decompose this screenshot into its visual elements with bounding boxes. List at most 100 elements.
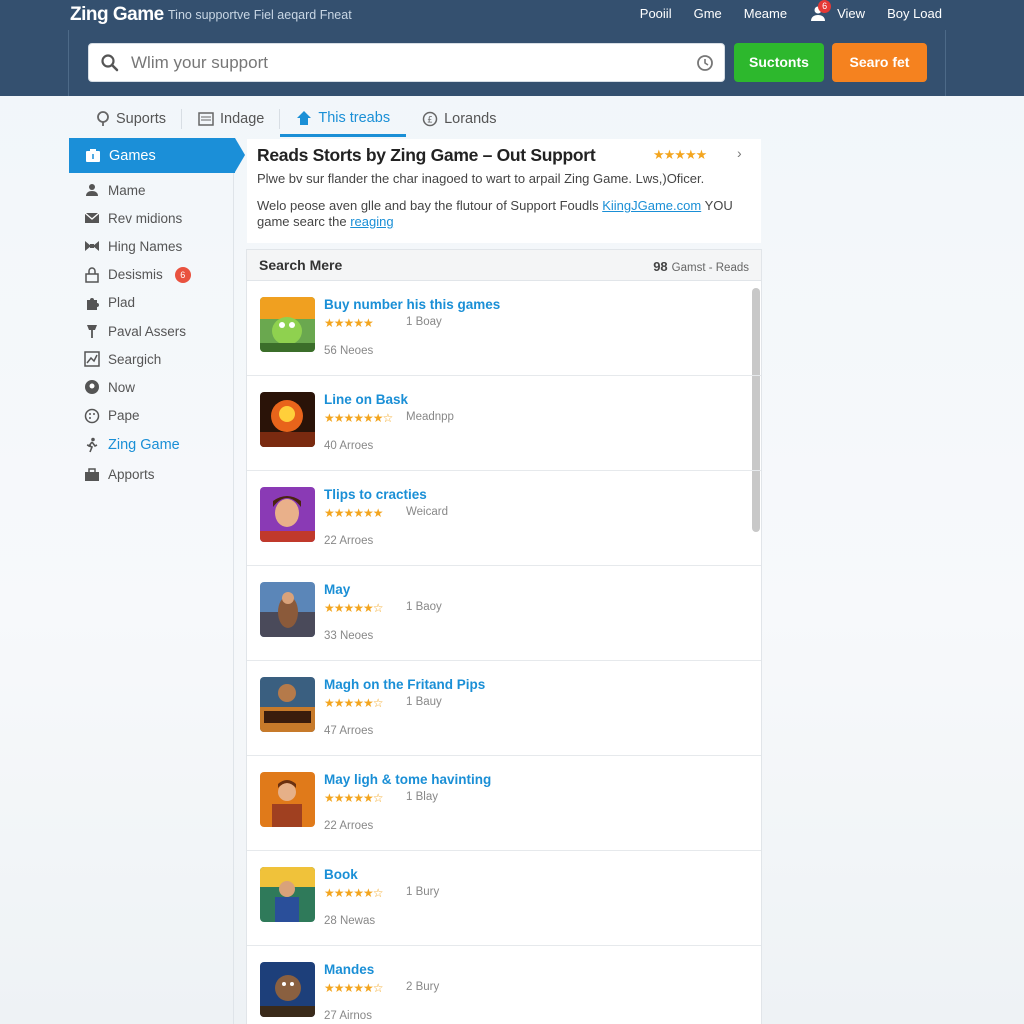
list-item[interactable]: Book ★★★★★☆ 1 Bury 28 Newas	[247, 851, 761, 946]
item-rating: ★★★★★	[324, 316, 374, 330]
sidebar-item-label: Seargich	[108, 351, 162, 367]
item-sub: 1 Baoy	[406, 601, 442, 613]
item-count: 47 Arroes	[324, 725, 374, 737]
nav-item-view[interactable]: 6 View	[809, 0, 865, 21]
item-title[interactable]: Buy number his this games	[324, 297, 500, 312]
game-thumbnail[interactable]	[260, 487, 315, 542]
sidebar-item-label: Now	[108, 379, 136, 395]
tab-label: Indage	[219, 111, 265, 127]
nav-item-5[interactable]: Boy Load	[887, 6, 942, 21]
sidebar-item-desismis[interactable]: Desismis 6	[84, 261, 234, 289]
runner-icon	[86, 437, 98, 453]
list-item[interactable]: May ligh & tome havinting ★★★★★☆ 1 Blay …	[247, 756, 761, 851]
top-nav: Pooiil Gme Meame 6 View Boy Load	[640, 0, 942, 21]
item-rating: ★★★★★☆	[324, 981, 384, 995]
info-text: Welo peose aven glle and bay the flutour…	[257, 198, 603, 213]
sidebar-item-hing-names[interactable]: Hing Names	[84, 232, 234, 260]
list-item[interactable]: Tlips to cracties ★★★★★★ Weicard 22 Arro…	[247, 471, 761, 566]
chevron-right-icon[interactable]: ›	[737, 145, 742, 161]
item-title[interactable]: Mandes	[324, 962, 374, 977]
sidebar-item-label: Rev midions	[108, 210, 183, 226]
item-title[interactable]: Tlips to cracties	[324, 487, 427, 502]
tab-label: Lorands	[444, 111, 497, 127]
item-title[interactable]: Book	[324, 867, 358, 882]
tab-label: This treabs	[318, 109, 391, 126]
sidebar-item-mame[interactable]: Mame	[84, 176, 234, 204]
sidebar-item-now[interactable]: Now	[84, 373, 234, 401]
mail-icon	[84, 212, 100, 224]
item-count: 56 Neoes	[324, 345, 374, 357]
item-rating: ★★★★★☆	[324, 886, 384, 900]
tab-lorands[interactable]: £ Lorands	[406, 101, 512, 137]
game-thumbnail[interactable]	[260, 772, 315, 827]
item-sub: 1 Bury	[406, 886, 440, 898]
sidebar-item-label: Apports	[108, 467, 155, 483]
item-title[interactable]: May	[324, 582, 350, 597]
sidebar-item-plad[interactable]: Plad	[84, 289, 234, 317]
location-icon	[85, 380, 99, 395]
sidebar-item-label: Plad	[108, 295, 136, 311]
page-title: Reads Storts by Zing Game – Out Support	[257, 145, 596, 165]
gamepad-icon	[86, 149, 100, 162]
notification-badge: 6	[818, 0, 832, 13]
tab-this-treabs[interactable]: This treabs	[280, 101, 407, 137]
search-button[interactable]: Searo fet	[832, 43, 927, 82]
list-item[interactable]: May ★★★★★☆ 1 Baoy 33 Neoes	[247, 566, 761, 661]
item-title[interactable]: Line on Bask	[324, 392, 408, 407]
sidebar-item-rev-midions[interactable]: Rev midions	[84, 204, 234, 232]
search-icon	[101, 54, 119, 72]
submit-button[interactable]: Suctonts	[734, 43, 824, 82]
item-sub: 1 Boay	[406, 316, 442, 328]
tab-indage[interactable]: Indage	[182, 101, 281, 137]
item-sub: Meadnpp	[406, 411, 454, 423]
game-thumbnail[interactable]	[260, 962, 315, 1017]
nav-item-3[interactable]: Meame	[744, 6, 787, 21]
tab-suports[interactable]: Suports	[80, 101, 182, 137]
sidebar-item-games[interactable]: Games	[69, 138, 245, 173]
chart-icon	[84, 351, 100, 367]
sidebar-item-seargich[interactable]: Seargich	[84, 345, 234, 373]
sidebar-item-paval-assers[interactable]: Paval Assers	[84, 317, 234, 345]
item-count: 27 Airnos	[324, 1010, 372, 1022]
game-thumbnail[interactable]	[260, 297, 315, 352]
game-thumbnail[interactable]	[260, 677, 315, 732]
sidebar-item-label: Zing Game	[108, 437, 180, 454]
game-thumbnail[interactable]	[260, 392, 315, 447]
list-item[interactable]: Magh on the Fritand Pips ★★★★★☆ 1 Bauy 4…	[247, 661, 761, 756]
item-sub: 1 Bauy	[406, 696, 442, 708]
item-title[interactable]: Magh on the Fritand Pips	[324, 677, 485, 692]
list-item[interactable]: Mandes ★★★★★☆ 2 Bury 27 Airnos	[247, 946, 761, 1024]
item-count: 33 Neoes	[324, 630, 374, 642]
search-input[interactable]	[131, 52, 671, 74]
list-item[interactable]: Buy number his this games ★★★★★ 1 Boay 5…	[247, 281, 761, 376]
item-rating: ★★★★★★	[324, 506, 384, 520]
brand-logo[interactable]: Zing Game	[70, 4, 164, 26]
lock-icon	[85, 266, 99, 283]
sidebar-item-apports[interactable]: Apports	[84, 461, 234, 489]
case-icon	[85, 468, 99, 482]
item-title[interactable]: May ligh & tome havinting	[324, 772, 491, 787]
reading-link[interactable]: reaging	[350, 214, 393, 229]
puzzle-icon	[87, 297, 99, 310]
item-rating: ★★★★★☆	[324, 696, 384, 710]
sidebar-item-label: Mame	[108, 182, 146, 198]
game-thumbnail[interactable]	[260, 582, 315, 637]
pushpin-icon	[87, 325, 97, 339]
image-icon	[198, 112, 214, 126]
user-icon	[86, 184, 98, 197]
nav-item-1[interactable]: Pooiil	[640, 6, 672, 21]
list-title: Search Mere	[259, 257, 343, 273]
sidebar-item-label: Pape	[108, 408, 140, 424]
search-box[interactable]	[88, 43, 725, 82]
item-rating: ★★★★★☆	[324, 791, 384, 805]
site-link[interactable]: KiingJGame.com	[602, 198, 701, 213]
list-item[interactable]: Line on Bask ★★★★★★☆ Meadnpp 40 Arroes	[247, 376, 761, 471]
game-thumbnail[interactable]	[260, 867, 315, 922]
item-rating: ★★★★★☆	[324, 601, 384, 615]
list-header: Search Mere 98 Gamst - Reads	[247, 250, 761, 281]
sidebar-item-zing-game[interactable]: Zing Game	[84, 430, 234, 461]
sidebar-item-pape[interactable]: Pape	[84, 402, 234, 430]
item-rating: ★★★★★★☆	[324, 411, 393, 425]
nav-item-2[interactable]: Gme	[694, 6, 722, 21]
clock-icon[interactable]	[696, 54, 714, 72]
